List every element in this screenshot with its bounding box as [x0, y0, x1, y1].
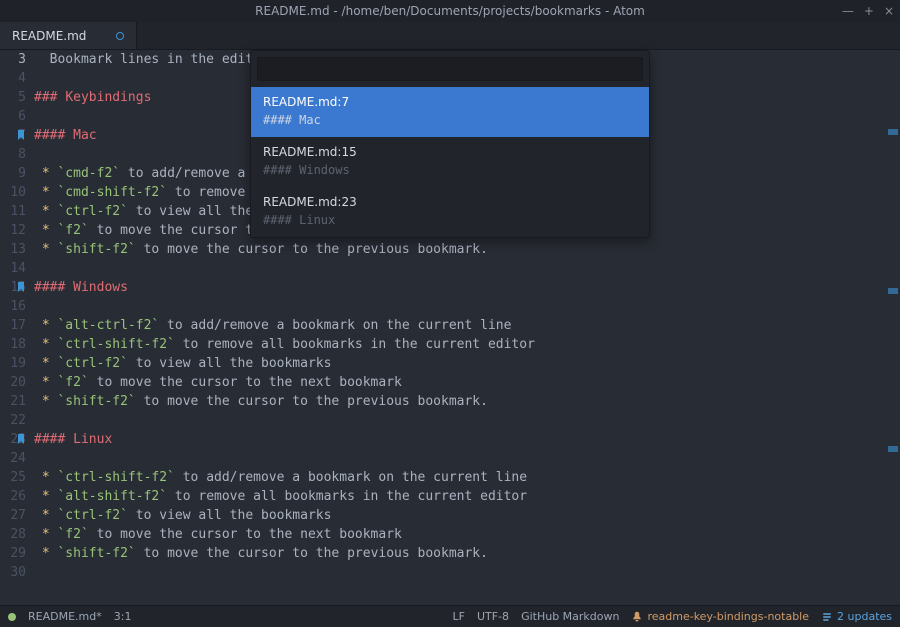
tab-label: README.md	[12, 29, 86, 43]
code-line[interactable]: * `ctrl-f2` to view all the bookmarks	[34, 354, 900, 373]
gutter-line: 24	[0, 449, 26, 468]
gutter-line: 4	[0, 69, 26, 88]
palette-item-secondary: #### Mac	[263, 113, 637, 127]
window-close-button[interactable]: ×	[884, 4, 894, 18]
code-line[interactable]: * `f2` to move the cursor to the next bo…	[34, 373, 900, 392]
bell-icon	[631, 611, 643, 623]
palette-item-primary: README.md:7	[263, 95, 637, 109]
status-file[interactable]: README.md*	[28, 610, 102, 623]
palette-input[interactable]	[257, 57, 643, 81]
gutter-line: 7	[0, 126, 26, 145]
code-line[interactable]: * `f2` to move the cursor to the next bo…	[34, 525, 900, 544]
gutter-line: 25	[0, 468, 26, 487]
code-line[interactable]: #### Linux	[34, 430, 900, 449]
gutter-line: 8	[0, 145, 26, 164]
gutter-line: 22	[0, 411, 26, 430]
scroll-bookmark-marker	[888, 446, 898, 452]
palette-item-primary: README.md:23	[263, 195, 637, 209]
gutter-line: 12	[0, 221, 26, 240]
status-encoding[interactable]: UTF-8	[477, 610, 509, 623]
status-notification[interactable]: readme-key-bindings-notable	[631, 610, 809, 623]
status-bar: README.md* 3:1 LF UTF-8 GitHub Markdown …	[0, 605, 900, 627]
gutter-line: 21	[0, 392, 26, 411]
gutter-line: 19	[0, 354, 26, 373]
code-line[interactable]: * `ctrl-f2` to view all the bookmarks	[34, 506, 900, 525]
code-line[interactable]: * `ctrl-shift-f2` to add/remove a bookma…	[34, 468, 900, 487]
gutter-line: 9	[0, 164, 26, 183]
window-maximize-button[interactable]: +	[864, 4, 874, 18]
code-line[interactable]: * `alt-ctrl-f2` to add/remove a bookmark…	[34, 316, 900, 335]
scroll-bookmark-marker	[888, 129, 898, 135]
code-line[interactable]: #### Windows	[34, 278, 900, 297]
gutter-line: 17	[0, 316, 26, 335]
palette-item[interactable]: README.md:15 #### Windows	[251, 137, 649, 187]
modified-icon	[116, 32, 124, 40]
git-status-icon	[8, 613, 16, 621]
code-line[interactable]: * `shift-f2` to move the cursor to the p…	[34, 544, 900, 563]
palette-item-secondary: #### Linux	[263, 213, 637, 227]
gutter-line: 10	[0, 183, 26, 202]
gutter-line: 15	[0, 278, 26, 297]
gutter-line: 29	[0, 544, 26, 563]
code-line[interactable]	[34, 563, 900, 582]
gutter-line: 28	[0, 525, 26, 544]
gutter-line: 23	[0, 430, 26, 449]
code-line[interactable]: * `shift-f2` to move the cursor to the p…	[34, 392, 900, 411]
status-cursor[interactable]: 3:1	[114, 610, 132, 623]
scroll-bookmark-marker	[888, 288, 898, 294]
status-notification-label: readme-key-bindings-notable	[647, 610, 809, 623]
gutter-line: 26	[0, 487, 26, 506]
status-updates-label: 2 updates	[837, 610, 892, 623]
gutter-line: 27	[0, 506, 26, 525]
tab-readme[interactable]: README.md	[0, 22, 137, 49]
code-line[interactable]	[34, 297, 900, 316]
gutter-line: 11	[0, 202, 26, 221]
gutter-line: 18	[0, 335, 26, 354]
gutter-line: 30	[0, 563, 26, 582]
window-title: README.md - /home/ben/Documents/projects…	[255, 4, 645, 18]
status-grammar[interactable]: GitHub Markdown	[521, 610, 619, 623]
palette-item-secondary: #### Windows	[263, 163, 637, 177]
palette-item[interactable]: README.md:7 #### Mac	[251, 87, 649, 137]
palette-list: README.md:7 #### Mac README.md:15 #### Wind…	[251, 87, 649, 237]
gutter-line: 14	[0, 259, 26, 278]
code-line[interactable]: * `alt-shift-f2` to remove all bookmarks…	[34, 487, 900, 506]
tab-bar: README.md	[0, 22, 900, 50]
palette-item[interactable]: README.md:23 #### Linux	[251, 187, 649, 237]
code-line[interactable]	[34, 449, 900, 468]
window-titlebar: README.md - /home/ben/Documents/projects…	[0, 0, 900, 22]
gutter-line: 6	[0, 107, 26, 126]
code-line[interactable]: * `ctrl-shift-f2` to remove all bookmark…	[34, 335, 900, 354]
gutter: 3456789101112131415161718192021222324252…	[0, 50, 34, 605]
code-line[interactable]: * `shift-f2` to move the cursor to the p…	[34, 240, 900, 259]
code-line[interactable]	[34, 259, 900, 278]
gutter-line: 5	[0, 88, 26, 107]
gutter-line: 16	[0, 297, 26, 316]
gutter-line: 3	[0, 50, 26, 69]
status-updates[interactable]: 2 updates	[821, 610, 892, 623]
gutter-line: 13	[0, 240, 26, 259]
squirrel-icon	[821, 611, 833, 623]
code-line[interactable]	[34, 411, 900, 430]
gutter-line: 20	[0, 373, 26, 392]
status-line-ending[interactable]: LF	[453, 610, 465, 623]
bookmarks-palette: README.md:7 #### Mac README.md:15 #### Wind…	[250, 50, 650, 238]
window-minimize-button[interactable]: —	[842, 4, 854, 18]
palette-item-primary: README.md:15	[263, 145, 637, 159]
